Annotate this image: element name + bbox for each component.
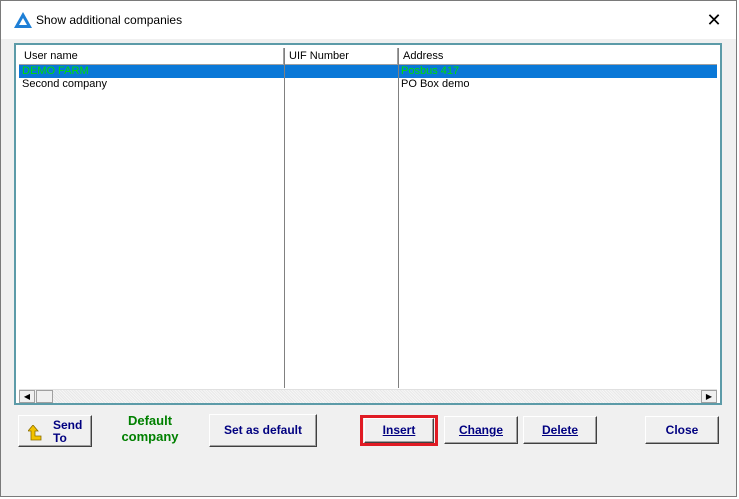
send-to-label-line2: To bbox=[53, 431, 67, 445]
table-row[interactable]: Second company PO Box demo bbox=[19, 78, 717, 91]
app-logo-icon bbox=[14, 12, 32, 28]
scroll-left-icon[interactable]: ◀ bbox=[19, 390, 35, 403]
window-title: Show additional companies bbox=[36, 13, 183, 27]
title-bar: Show additional companies ✕ bbox=[1, 1, 736, 39]
column-divider bbox=[398, 48, 399, 388]
column-header-address[interactable]: Address bbox=[398, 48, 717, 64]
grid-body: User name UIF Number Address DEMO FARM P… bbox=[19, 48, 717, 388]
table-row[interactable]: DEMO FARM Posbus 417 bbox=[19, 65, 717, 78]
column-divider bbox=[284, 48, 285, 388]
scroll-right-icon[interactable]: ▶ bbox=[701, 390, 717, 403]
default-company-label: Default company bbox=[121, 413, 179, 444]
set-as-default-button[interactable]: Set as default bbox=[209, 414, 317, 447]
close-button[interactable]: Close bbox=[645, 416, 719, 444]
delete-button[interactable]: Delete bbox=[523, 416, 597, 444]
send-arrow-icon bbox=[28, 425, 42, 441]
companies-grid[interactable]: User name UIF Number Address DEMO FARM P… bbox=[14, 43, 722, 405]
close-window-icon[interactable]: ✕ bbox=[701, 9, 727, 31]
send-to-button[interactable]: Send To bbox=[18, 415, 92, 447]
column-header-user-name[interactable]: User name bbox=[19, 48, 284, 64]
cell-address: PO Box demo bbox=[401, 78, 470, 90]
cell-address: Posbus 417 bbox=[401, 65, 460, 77]
scroll-track[interactable] bbox=[53, 390, 699, 403]
cell-uif-number bbox=[284, 78, 398, 91]
insert-highlight-box bbox=[360, 415, 438, 446]
cell-user-name: Second company bbox=[22, 78, 107, 90]
dialog-window: Show additional companies ✕ User name UI… bbox=[0, 0, 737, 497]
column-header-uif-number[interactable]: UIF Number bbox=[284, 48, 398, 64]
cell-uif-number bbox=[284, 65, 398, 78]
horizontal-scrollbar[interactable]: ◀ ▶ bbox=[19, 389, 717, 403]
cell-user-name: DEMO FARM bbox=[22, 65, 89, 77]
grid-header: User name UIF Number Address bbox=[19, 48, 717, 65]
scroll-thumb[interactable] bbox=[36, 390, 53, 403]
change-button[interactable]: Change bbox=[444, 416, 518, 444]
